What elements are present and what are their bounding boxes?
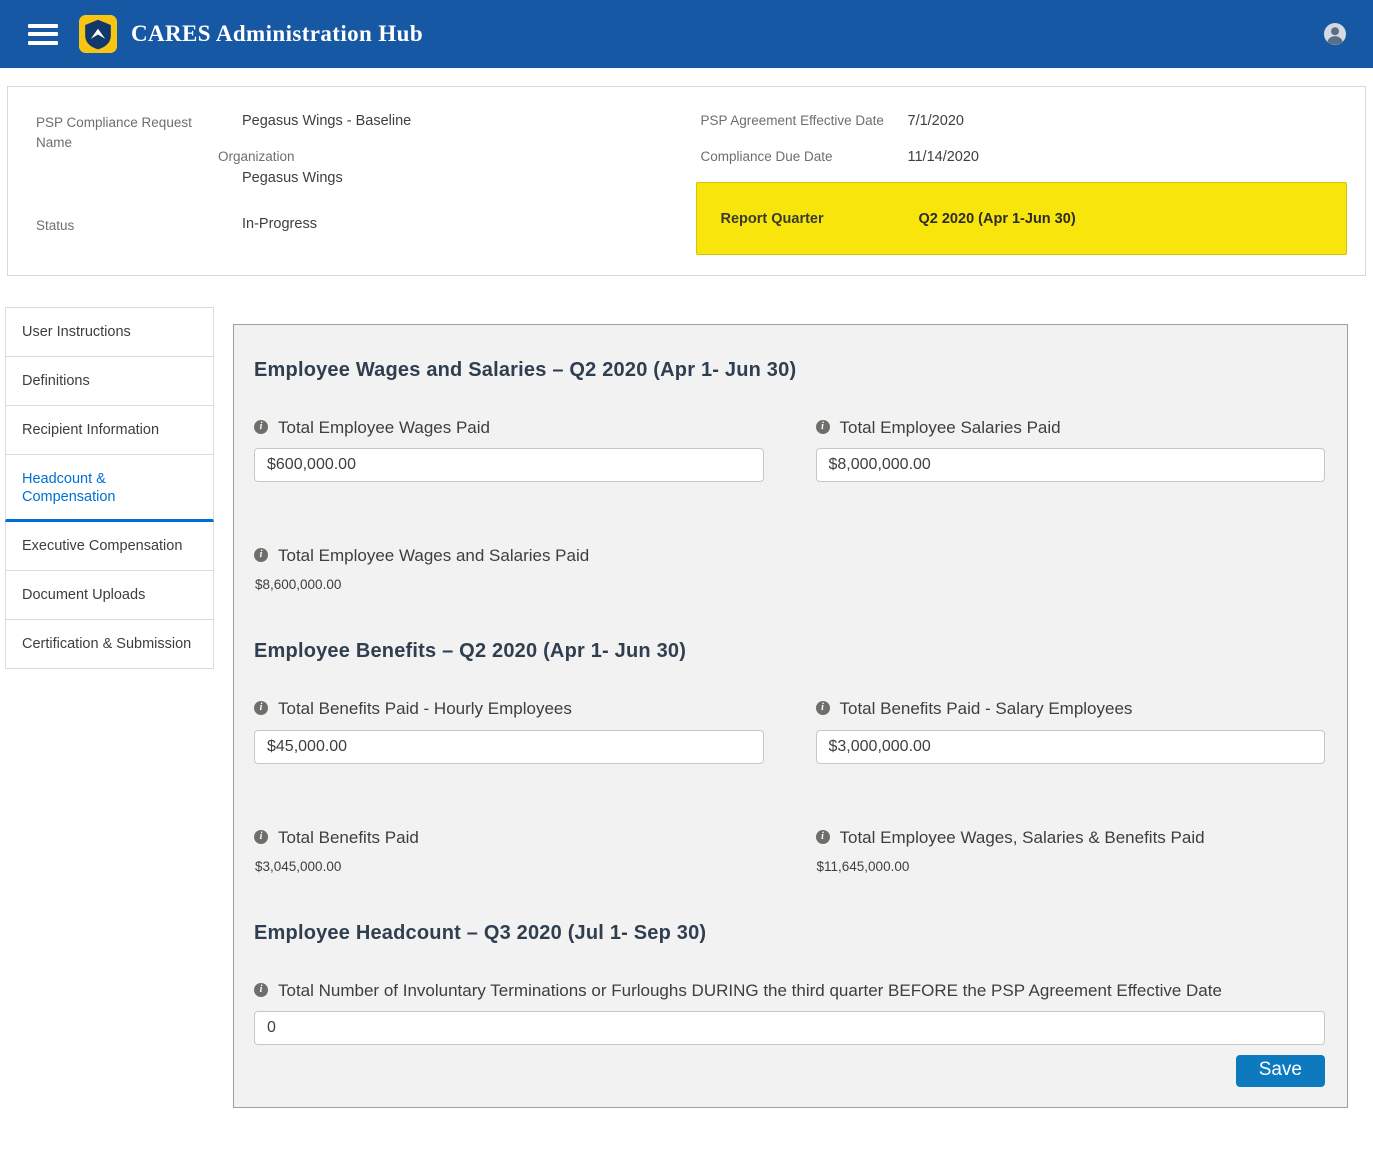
- sidebar-item-user-instructions[interactable]: User Instructions: [5, 307, 214, 357]
- request-name-value: Pegasus Wings - Baseline: [218, 113, 411, 129]
- field-benefits-salary: Total Benefits Paid - Salary Employees: [816, 695, 1326, 763]
- request-name-label: PSP Compliance Request Name: [36, 113, 218, 186]
- benefits-hourly-input[interactable]: [254, 730, 764, 764]
- info-icon[interactable]: [816, 830, 830, 844]
- grand-total-label: Total Employee Wages, Salaries & Benefit…: [840, 824, 1205, 851]
- effective-date-label: PSP Agreement Effective Date: [696, 113, 908, 128]
- info-icon[interactable]: [254, 548, 268, 562]
- info-icon[interactable]: [254, 420, 268, 434]
- menu-icon[interactable]: [28, 24, 58, 45]
- content-layout: User Instructions Definitions Recipient …: [0, 307, 1373, 1153]
- info-icon[interactable]: [254, 983, 268, 997]
- field-benefits-hourly: Total Benefits Paid - Hourly Employees: [254, 695, 764, 763]
- section-title-benefits: Employee Benefits – Q2 2020 (Apr 1- Jun …: [254, 640, 1325, 663]
- total-wages-salaries-value: $8,600,000.00: [254, 577, 764, 592]
- section-title-headcount: Employee Headcount – Q3 2020 (Jul 1- Sep…: [254, 922, 1325, 945]
- user-avatar-icon[interactable]: [1323, 22, 1347, 46]
- section-title-wages-salaries: Employee Wages and Salaries – Q2 2020 (A…: [254, 359, 1325, 382]
- field-total-employee-salaries-paid: Total Employee Salaries Paid: [816, 414, 1326, 482]
- info-icon[interactable]: [254, 830, 268, 844]
- app-title: CARES Administration Hub: [131, 21, 423, 47]
- info-icon[interactable]: [254, 701, 268, 715]
- organization-value: Pegasus Wings: [218, 170, 411, 186]
- total-benefits-value: $3,045,000.00: [254, 859, 764, 874]
- app-logo-icon: [79, 15, 117, 53]
- report-quarter-highlight: Report Quarter Q2 2020 (Apr 1-Jun 30): [696, 182, 1348, 255]
- field-total-benefits: Total Benefits Paid $3,045,000.00: [254, 824, 764, 874]
- total-wages-input[interactable]: [254, 448, 764, 482]
- app-header: CARES Administration Hub: [0, 0, 1373, 68]
- section-nav: User Instructions Definitions Recipient …: [5, 307, 214, 669]
- request-name-block: Pegasus Wings - Baseline Organization Pe…: [218, 113, 411, 186]
- due-date-label: Compliance Due Date: [696, 149, 908, 164]
- report-quarter-label: Report Quarter: [721, 211, 919, 227]
- sidebar-item-recipient-information[interactable]: Recipient Information: [5, 406, 214, 455]
- record-header-card: PSP Compliance Request Name Pegasus Wing…: [7, 86, 1366, 276]
- sidebar-item-document-uploads[interactable]: Document Uploads: [5, 571, 214, 620]
- grand-total-value: $11,645,000.00: [816, 859, 1326, 874]
- sidebar-item-headcount-compensation[interactable]: Headcount & Compensation: [5, 455, 214, 523]
- due-date-value: 11/14/2020: [908, 149, 980, 165]
- sidebar-item-certification-submission[interactable]: Certification & Submission: [5, 620, 214, 669]
- sidebar-item-definitions[interactable]: Definitions: [5, 357, 214, 406]
- info-icon[interactable]: [816, 701, 830, 715]
- page: CARES Administration Hub PSP Compliance …: [0, 0, 1373, 1153]
- headcount-compensation-panel: Employee Wages and Salaries – Q2 2020 (A…: [233, 324, 1348, 1108]
- info-icon[interactable]: [816, 420, 830, 434]
- field-involuntary-terminations: Total Number of Involuntary Terminations…: [254, 977, 1325, 1045]
- benefits-hourly-label: Total Benefits Paid - Hourly Employees: [278, 695, 572, 722]
- total-wages-label: Total Employee Wages Paid: [278, 414, 490, 441]
- terminations-input[interactable]: [254, 1011, 1325, 1045]
- total-wages-salaries-label: Total Employee Wages and Salaries Paid: [278, 542, 589, 569]
- record-header-left: PSP Compliance Request Name Pegasus Wing…: [36, 113, 696, 255]
- sidebar-item-executive-compensation[interactable]: Executive Compensation: [5, 522, 214, 571]
- field-grand-total: Total Employee Wages, Salaries & Benefit…: [816, 824, 1326, 874]
- total-salaries-input[interactable]: [816, 448, 1326, 482]
- benefits-salary-label: Total Benefits Paid - Salary Employees: [840, 695, 1133, 722]
- status-value: In-Progress: [218, 216, 317, 236]
- organization-label: Organization: [218, 149, 411, 164]
- field-total-wages-and-salaries: Total Employee Wages and Salaries Paid $…: [254, 542, 764, 592]
- report-quarter-value: Q2 2020 (Apr 1-Jun 30): [919, 211, 1076, 227]
- terminations-label: Total Number of Involuntary Terminations…: [278, 977, 1222, 1004]
- save-button[interactable]: Save: [1236, 1055, 1325, 1087]
- record-header-right: PSP Agreement Effective Date 7/1/2020 Co…: [696, 113, 1348, 255]
- total-salaries-label: Total Employee Salaries Paid: [840, 414, 1061, 441]
- benefits-salary-input[interactable]: [816, 730, 1326, 764]
- field-total-employee-wages-paid: Total Employee Wages Paid: [254, 414, 764, 482]
- total-benefits-label: Total Benefits Paid: [278, 824, 419, 851]
- effective-date-value: 7/1/2020: [908, 113, 964, 129]
- status-label: Status: [36, 216, 218, 236]
